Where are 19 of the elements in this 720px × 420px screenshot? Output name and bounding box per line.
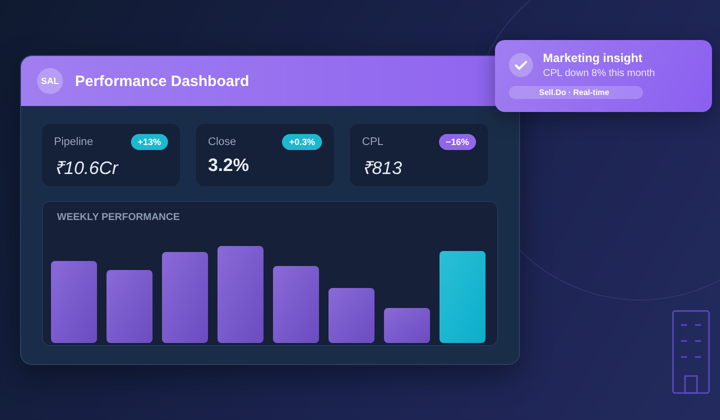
metric-value: ₹10.6Cr bbox=[54, 157, 120, 179]
metric-label: Close bbox=[208, 136, 236, 148]
metric-label: CPL bbox=[362, 136, 384, 148]
metric-label: Pipeline bbox=[54, 136, 94, 148]
chart-title: WEEKLY PERFORMANCE bbox=[57, 212, 181, 223]
chart-bar bbox=[328, 288, 374, 343]
notification-title: Marketing insight bbox=[543, 51, 644, 65]
source-tag: Sell.Do · Real-time bbox=[509, 86, 643, 99]
dashboard-title: Performance Dashboard bbox=[75, 72, 250, 90]
notification-message: CPL down 8% this month bbox=[543, 68, 655, 79]
change-badge: +0.3% bbox=[282, 134, 322, 150]
metric-value: 3.2% bbox=[208, 155, 250, 176]
change-badge: −16% bbox=[438, 134, 476, 150]
change-badge: +13% bbox=[130, 134, 168, 150]
chart-bar bbox=[384, 308, 430, 343]
building-icon bbox=[672, 310, 710, 394]
check-icon bbox=[509, 53, 533, 77]
metric-value: ₹813 bbox=[362, 157, 404, 179]
avatar: SAL bbox=[37, 68, 63, 94]
